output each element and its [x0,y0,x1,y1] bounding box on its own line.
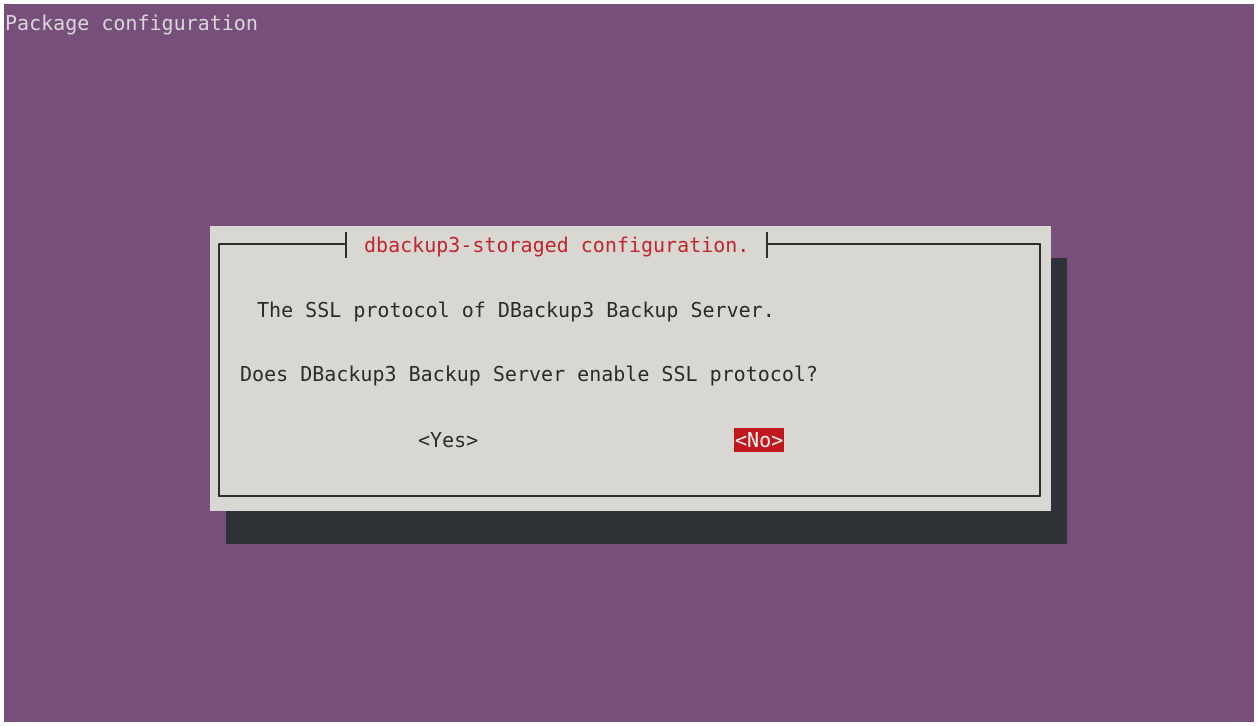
package-configuration-title: Package configuration [5,11,258,35]
yes-button[interactable]: <Yes> [418,428,478,452]
dialog-question-enable-ssl: Does DBackup3 Backup Server enable SSL p… [240,362,818,386]
no-button[interactable]: <No> [734,428,785,452]
dialog-message-ssl-protocol: The SSL protocol of DBackup3 Backup Serv… [257,298,775,322]
terminal-screen: Package configuration dbackup3-storaged … [4,4,1254,722]
dialog-title: dbackup3-storaged configuration. [345,232,769,258]
config-dialog: dbackup3-storaged configuration. The SSL… [210,226,1051,511]
